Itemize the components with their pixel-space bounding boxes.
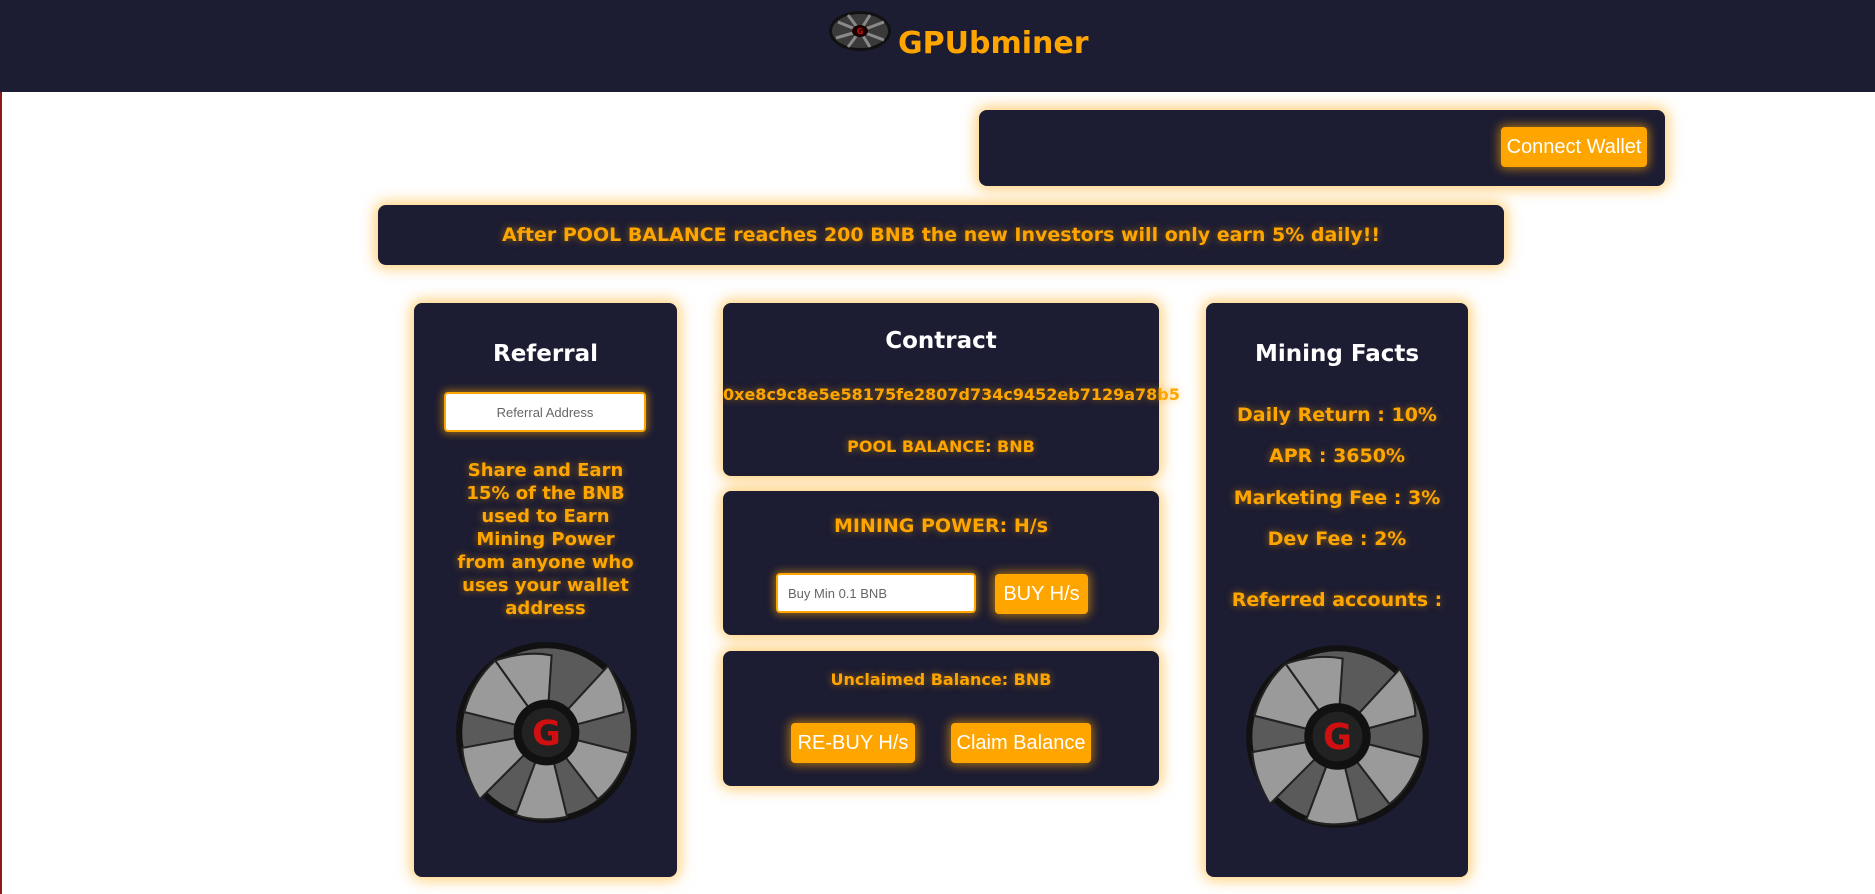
referral-title: Referral [492, 341, 598, 367]
fact-daily-return: Daily Return : 10% [1237, 404, 1437, 426]
referral-address-input[interactable] [444, 392, 646, 432]
top-header: G GPUbminer [0, 0, 1875, 92]
buy-hs-button[interactable]: BUY H/s [995, 574, 1088, 614]
gpu-fan-icon: G [456, 642, 637, 823]
unclaimed-panel: Unclaimed Balance: BNB RE-BUY H/s Claim … [723, 651, 1159, 786]
mining-facts-title: Mining Facts [1254, 341, 1420, 367]
mining-power-text: MINING POWER: H/s [833, 515, 1049, 537]
notice-banner: After POOL BALANCE reaches 200 BNB the n… [378, 205, 1504, 265]
referral-description: Share and Earn 15% of the BNB used to Ea… [457, 460, 634, 619]
mining-facts-panel: Mining Facts Daily Return : 10% APR : 36… [1206, 303, 1468, 877]
referral-panel: Referral Share and Earn 15% of the BNB u… [414, 303, 677, 877]
contract-address[interactable]: 0xe8c9c8e5e58175fe2807d734c9452eb7129a78… [723, 385, 1180, 404]
gpu-fan-icon: G [1246, 645, 1429, 828]
svg-text:G: G [857, 27, 864, 36]
buy-amount-input[interactable] [776, 573, 976, 613]
wallet-panel: Connect Wallet [979, 110, 1665, 186]
connect-wallet-button[interactable]: Connect Wallet [1501, 127, 1647, 167]
referred-accounts: Referred accounts : [1231, 589, 1443, 611]
mining-power-panel: MINING POWER: H/s BUY H/s [723, 491, 1159, 635]
left-edge-line [0, 0, 2, 894]
claim-balance-button[interactable]: Claim Balance [951, 723, 1091, 763]
svg-text:G: G [1323, 717, 1352, 758]
contract-panel: Contract 0xe8c9c8e5e58175fe2807d734c9452… [723, 303, 1180, 476]
unclaimed-balance: Unclaimed Balance: BNB [830, 670, 1052, 689]
pool-balance: POOL BALANCE: BNB [847, 437, 1035, 456]
rebuy-hs-button[interactable]: RE-BUY H/s [791, 723, 915, 763]
svg-text:G: G [532, 714, 561, 754]
brand-title: GPUbminer [898, 26, 1089, 61]
fact-marketing-fee: Marketing Fee : 3% [1233, 487, 1441, 509]
gpu-fan-icon: G [829, 11, 891, 51]
fact-dev-fee: Dev Fee : 2% [1267, 528, 1407, 550]
fact-apr: APR : 3650% [1268, 445, 1405, 467]
contract-title: Contract [885, 328, 997, 354]
notice-text: After POOL BALANCE reaches 200 BNB the n… [501, 224, 1381, 246]
